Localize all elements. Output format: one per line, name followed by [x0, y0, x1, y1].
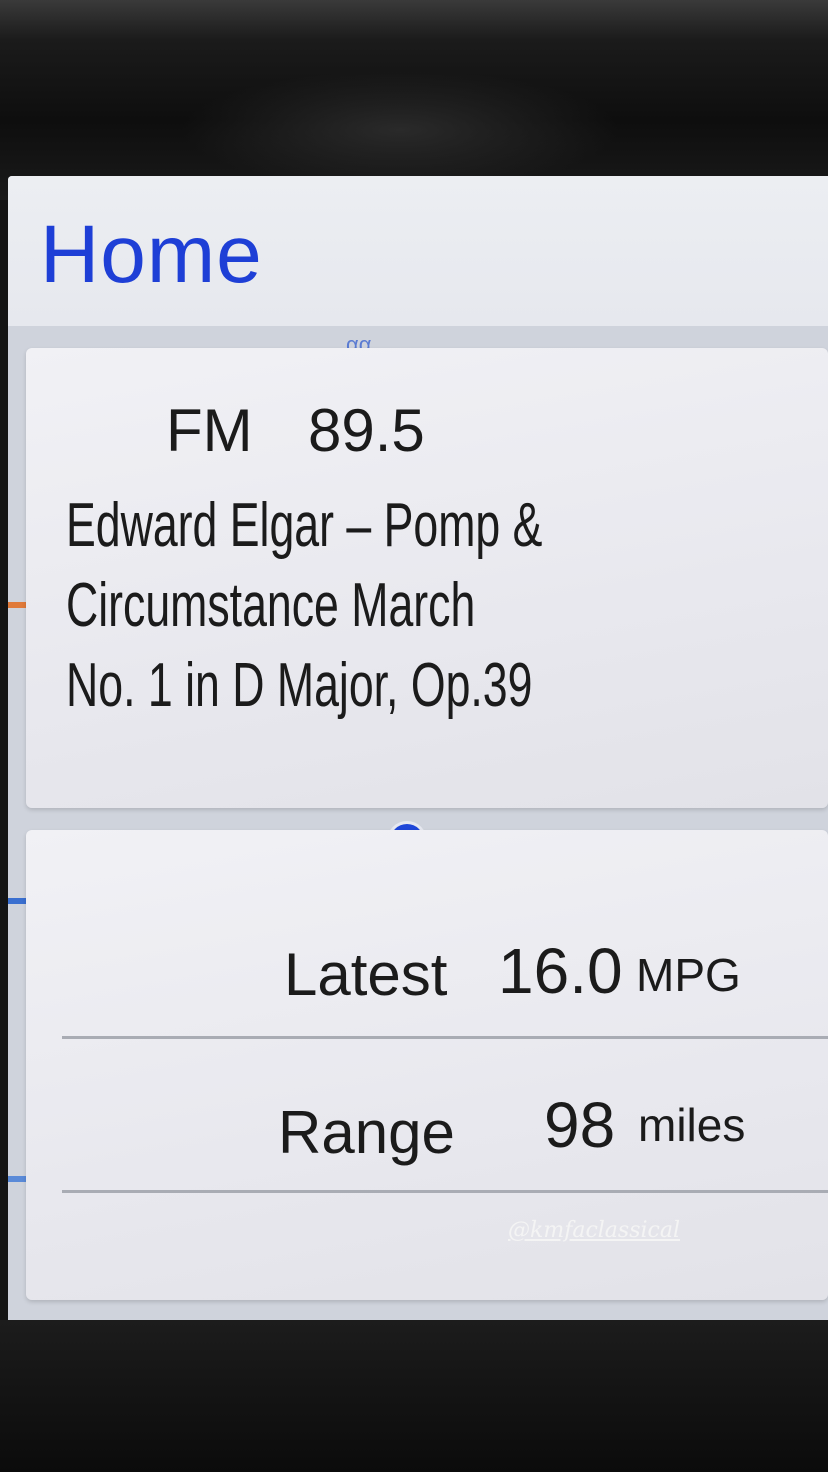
- track-title-line-2: No. 1 in D Major, Op.39: [66, 651, 533, 720]
- screen-bezel-top: [0, 0, 828, 200]
- row-divider: [62, 1190, 828, 1193]
- audio-widget[interactable]: FM 89.5 Edward Elgar – Pomp & Circumstan…: [26, 348, 828, 928]
- infotainment-screen: Home αα FM 89.5 Edward Elgar – Pomp & Ci…: [8, 176, 828, 1324]
- radio-frequency: 89.5: [308, 397, 425, 464]
- latest-mpg-value: 16.0: [498, 935, 623, 1007]
- map-edge-marker: [8, 1176, 26, 1182]
- range-label: Range: [278, 1099, 455, 1166]
- home-header: Home: [8, 176, 828, 326]
- latest-mpg-unit: MPG: [636, 949, 741, 1001]
- page-title: Home: [40, 209, 263, 300]
- range-value: 98: [544, 1089, 616, 1161]
- map-edge-marker: [8, 602, 26, 608]
- watermark-handle: @kmfaclassical: [508, 1218, 681, 1243]
- range-unit: miles: [638, 1099, 746, 1151]
- track-title: Edward Elgar – Pomp & Circumstance March…: [66, 486, 815, 726]
- screen-bezel-bottom: [0, 1320, 828, 1472]
- radio-band: FM: [166, 397, 253, 464]
- row-divider: [62, 1036, 828, 1039]
- track-title-line-1: Edward Elgar – Pomp & Circumstance March: [66, 491, 543, 640]
- fuel-widget[interactable]: Latest 16.0 MPG Range 98 miles: [26, 830, 828, 1300]
- map-edge-marker: [8, 898, 26, 904]
- latest-mpg-label: Latest: [284, 941, 448, 1008]
